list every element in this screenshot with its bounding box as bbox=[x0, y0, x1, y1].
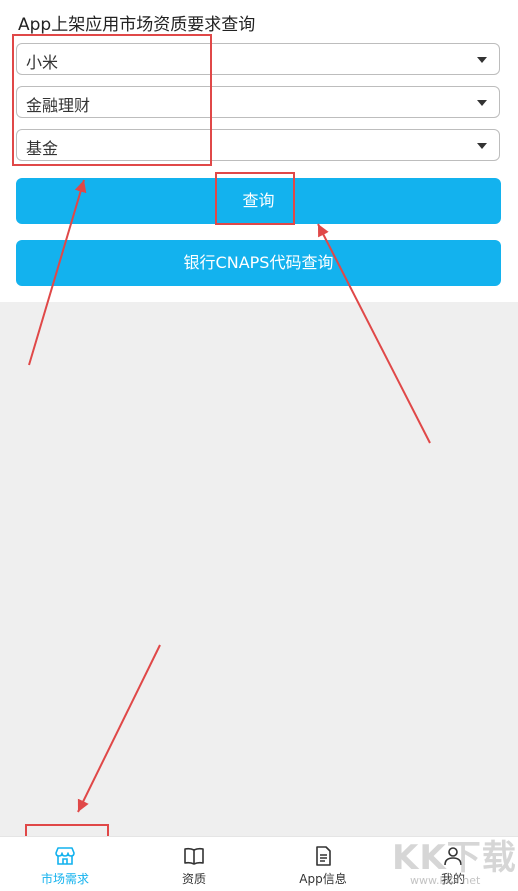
chevron-down-icon bbox=[477, 143, 487, 149]
tab-app-info[interactable]: App信息 bbox=[268, 837, 378, 891]
subcategory-select[interactable]: 基金 bbox=[16, 129, 500, 161]
tab-label: App信息 bbox=[299, 872, 347, 886]
watermark-url: www.kkx.net bbox=[410, 874, 481, 887]
chevron-down-icon bbox=[477, 57, 487, 63]
tab-label: 资质 bbox=[181, 872, 206, 886]
page-title: App上架应用市场资质要求查询 bbox=[18, 15, 256, 35]
category-select-value: 金融理财 bbox=[26, 96, 91, 115]
subcategory-select-value: 基金 bbox=[26, 139, 59, 158]
tab-market-demand[interactable]: 市场需求 bbox=[10, 837, 120, 891]
arrow-to-tab bbox=[77, 644, 161, 813]
store-icon bbox=[55, 847, 75, 865]
category-select[interactable]: 金融理财 bbox=[16, 86, 500, 118]
book-icon bbox=[184, 847, 204, 865]
query-panel: App上架应用市场资质要求查询 小米 金融理财 基金 查询 银行CNAPS代码查… bbox=[0, 0, 518, 302]
tab-label: 市场需求 bbox=[40, 872, 89, 886]
market-select-value: 小米 bbox=[26, 53, 59, 72]
watermark-logo: KK下载 bbox=[392, 838, 517, 878]
document-icon bbox=[316, 846, 331, 866]
query-button[interactable]: 查询 bbox=[16, 178, 501, 224]
market-select[interactable]: 小米 bbox=[16, 43, 500, 75]
cnaps-query-button[interactable]: 银行CNAPS代码查询 bbox=[16, 240, 501, 286]
tab-qualification[interactable]: 资质 bbox=[139, 837, 249, 891]
chevron-down-icon bbox=[477, 100, 487, 106]
